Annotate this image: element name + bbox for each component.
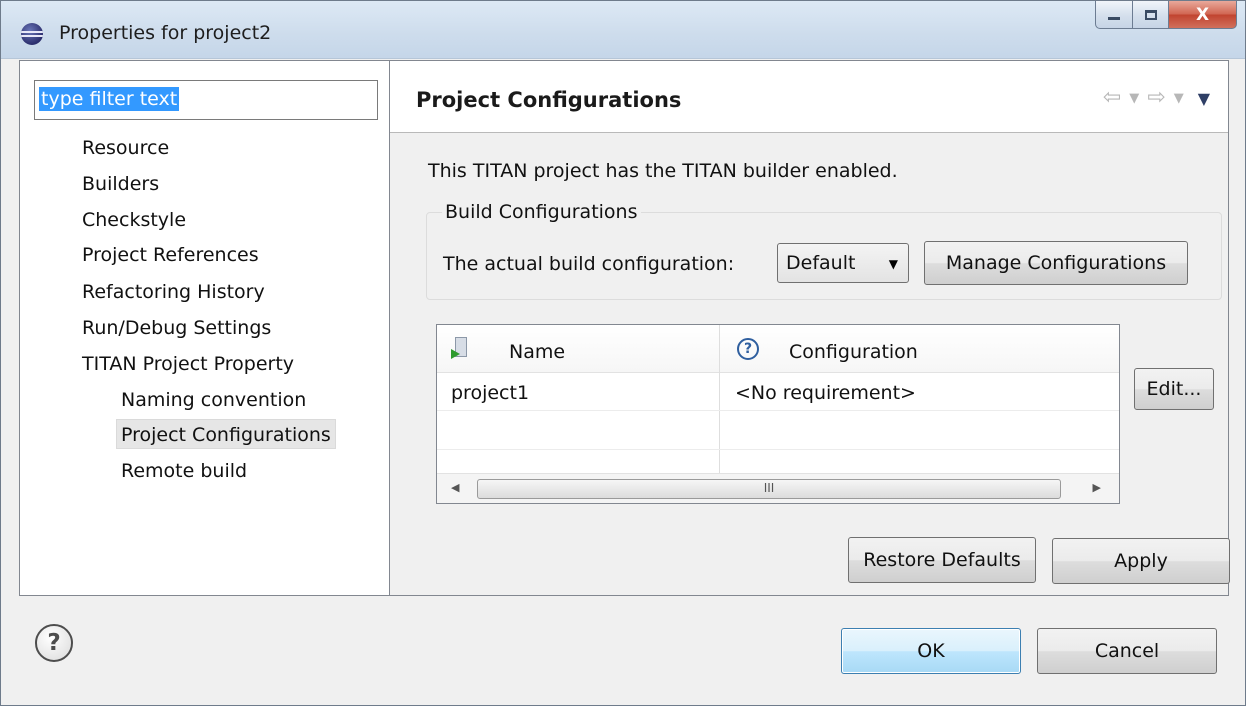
window-title: Properties for project2 bbox=[59, 22, 272, 44]
page-title: Project Configurations bbox=[416, 88, 682, 112]
restore-defaults-button[interactable]: Restore Defaults bbox=[848, 537, 1036, 583]
tree-item-titan-project-property[interactable]: TITAN Project Property bbox=[82, 349, 294, 379]
column-header-name[interactable]: Name bbox=[509, 341, 565, 363]
ok-button[interactable]: OK bbox=[841, 628, 1021, 674]
property-page: Project Configurations ⇦ ▼ ⇨ ▼ ▼ This TI… bbox=[389, 60, 1230, 596]
tree-item-run-debug-settings[interactable]: Run/Debug Settings bbox=[82, 313, 271, 343]
cancel-button[interactable]: Cancel bbox=[1037, 628, 1217, 674]
table-row[interactable]: project1 <No requirement> bbox=[437, 373, 1119, 411]
scroll-thumb[interactable]: III bbox=[477, 479, 1061, 499]
tree-item-refactoring-history[interactable]: Refactoring History bbox=[82, 277, 265, 307]
tree-item-resource[interactable]: Resource bbox=[82, 133, 169, 163]
tree-item-project-configurations[interactable]: Project Configurations bbox=[116, 419, 336, 449]
properties-dialog: Properties for project2 X type filter te… bbox=[0, 0, 1246, 706]
view-menu-icon[interactable]: ▼ bbox=[1198, 89, 1210, 108]
tree-item-builders[interactable]: Builders bbox=[82, 169, 159, 199]
page-header: Project Configurations ⇦ ▼ ⇨ ▼ ▼ bbox=[390, 61, 1228, 133]
back-dropdown-icon[interactable]: ▼ bbox=[1129, 91, 1139, 106]
minimize-icon bbox=[1108, 17, 1120, 20]
edit-button[interactable]: Edit... bbox=[1134, 368, 1214, 410]
eclipse-icon bbox=[21, 23, 43, 45]
back-arrow-icon[interactable]: ⇦ bbox=[1103, 87, 1121, 109]
close-button[interactable]: X bbox=[1169, 1, 1237, 29]
build-config-label: The actual build configuration: bbox=[443, 253, 735, 275]
builder-status-text: This TITAN project has the TITAN builder… bbox=[428, 160, 898, 182]
tree-item-remote-build[interactable]: Remote build bbox=[121, 456, 247, 486]
apply-button[interactable]: Apply bbox=[1052, 538, 1230, 584]
minimize-button[interactable] bbox=[1095, 1, 1133, 29]
table-header: Name ? Configuration bbox=[437, 325, 1119, 373]
forward-dropdown-icon[interactable]: ▼ bbox=[1174, 91, 1184, 106]
tree-item-project-references[interactable]: Project References bbox=[82, 240, 259, 270]
tree-item-checkstyle[interactable]: Checkstyle bbox=[82, 205, 186, 235]
chevron-down-icon: ▼ bbox=[888, 257, 898, 271]
title-bar: Properties for project2 X bbox=[1, 1, 1245, 59]
properties-tree-pane: type filter text Resource Builders Check… bbox=[19, 60, 389, 596]
history-navigation: ⇦ ▼ ⇨ ▼ ▼ bbox=[1103, 87, 1210, 109]
question-icon: ? bbox=[737, 338, 759, 360]
row-configuration: <No requirement> bbox=[735, 382, 916, 404]
table-row-empty bbox=[437, 412, 1119, 450]
build-config-value: Default bbox=[786, 252, 856, 274]
forward-arrow-icon[interactable]: ⇨ bbox=[1147, 87, 1165, 109]
group-title: Build Configurations bbox=[442, 201, 641, 223]
row-name: project1 bbox=[451, 382, 530, 404]
maximize-icon bbox=[1144, 9, 1157, 20]
maximize-button[interactable] bbox=[1133, 1, 1169, 29]
column-header-configuration[interactable]: Configuration bbox=[789, 341, 918, 363]
scroll-left-icon[interactable]: ◀ bbox=[451, 481, 459, 494]
caption-buttons: X bbox=[1095, 1, 1237, 31]
project-configurations-table: Name ? Configuration project1 <No requir… bbox=[436, 324, 1120, 504]
horizontal-scrollbar[interactable]: ◀ III ▶ bbox=[437, 473, 1119, 503]
tree-item-naming-convention[interactable]: Naming convention bbox=[121, 385, 306, 415]
close-icon: X bbox=[1195, 4, 1210, 25]
build-config-select[interactable]: Default ▼ bbox=[777, 243, 909, 283]
filter-input[interactable]: type filter text bbox=[34, 80, 378, 120]
project-icon bbox=[451, 337, 469, 361]
manage-configurations-button[interactable]: Manage Configurations bbox=[924, 241, 1188, 285]
filter-input-text: type filter text bbox=[39, 87, 180, 111]
help-icon[interactable]: ? bbox=[35, 624, 73, 662]
scroll-right-icon[interactable]: ▶ bbox=[1093, 481, 1101, 494]
